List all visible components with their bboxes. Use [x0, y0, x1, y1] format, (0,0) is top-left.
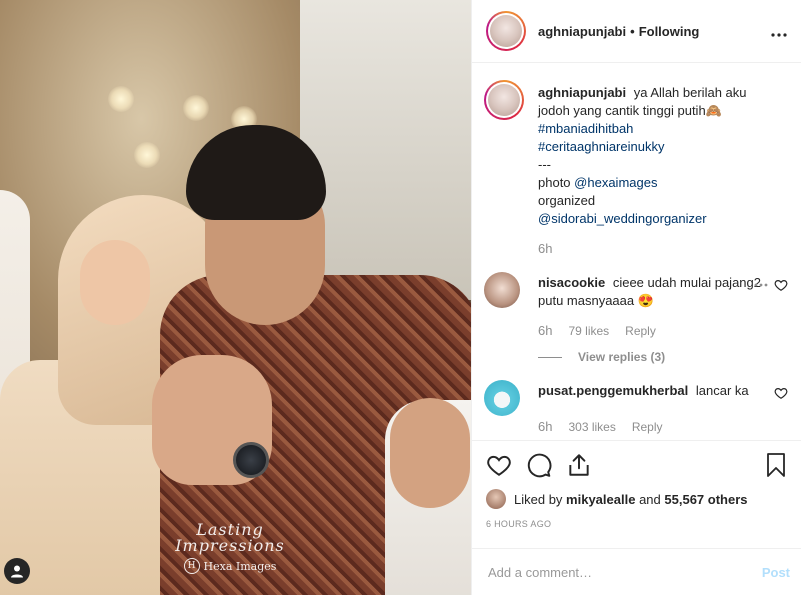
caption-body: aghniapunjabi ya Allah berilah aku jodoh…	[538, 84, 788, 258]
comment-reply-button[interactable]: Reply	[632, 418, 663, 436]
caption-photo-label: photo	[538, 175, 571, 190]
share-icon[interactable]	[566, 452, 592, 478]
likes-prefix: Liked by	[514, 491, 563, 507]
commenter-avatar[interactable]	[484, 380, 520, 416]
add-comment-bar: Post	[472, 548, 801, 595]
photo-watch	[233, 442, 269, 478]
likes-middle: and	[639, 491, 661, 507]
view-replies-button[interactable]: View replies (3)	[538, 350, 788, 364]
hashtag-link[interactable]: #mbaniadihitbah	[538, 121, 633, 136]
more-options-button[interactable]	[771, 21, 787, 42]
post-timestamp[interactable]: 6 HOURS AGO	[486, 519, 788, 529]
comment-like-heart-icon[interactable]	[774, 278, 788, 292]
photo-bokeh-light	[183, 95, 209, 121]
caption-time[interactable]: 6h	[538, 240, 552, 258]
post-comment-button[interactable]: Post	[762, 565, 790, 580]
photo-background-wall	[300, 0, 471, 300]
post-side-panel: aghniapunjabi • Following aghniapunjabi …	[471, 0, 801, 595]
author-username[interactable]: aghniapunjabi	[538, 24, 626, 39]
caption-separator: ---	[538, 157, 551, 172]
user-tag-button[interactable]	[4, 558, 30, 584]
caption-organized-label: organized	[538, 193, 596, 208]
comment-username[interactable]: pusat.penggemukherbal	[538, 383, 688, 398]
comment-time[interactable]: 6h	[538, 418, 552, 436]
comment-item: pusat.penggemukherbal lancar ka 6h 303 l…	[484, 380, 788, 436]
watermark-brand-mark: H	[183, 558, 200, 574]
comment-likes[interactable]: 79 likes	[568, 322, 609, 340]
photo-watermark: Lasting Impressions H Hexa Images	[155, 522, 305, 574]
commenter-avatar[interactable]	[484, 272, 520, 308]
post-actions: Liked by mikyalealle and 55,567 others 6…	[472, 440, 801, 548]
comment-bubble-icon[interactable]	[526, 452, 552, 478]
bookmark-icon[interactable]	[764, 452, 788, 478]
comment-body: pusat.penggemukherbal lancar ka 6h 303 l…	[538, 382, 788, 436]
comment-text: lancar ka	[695, 383, 749, 398]
view-replies-label: View replies (3)	[578, 350, 666, 364]
more-horizontal-icon	[771, 32, 787, 37]
action-icons	[486, 451, 788, 479]
caption-author-avatar[interactable]	[484, 80, 524, 120]
photo-woman-face	[80, 240, 150, 325]
caption-username[interactable]: aghniapunjabi	[538, 85, 626, 100]
comment-input[interactable]	[488, 564, 762, 580]
hashtag-link[interactable]: #ceritaaghniareinukky	[538, 139, 664, 154]
comment-username[interactable]: nisacookie	[538, 275, 605, 290]
watermark-brand-text: Hexa Images	[203, 559, 277, 573]
comment-reply-button[interactable]: Reply	[625, 322, 656, 340]
watermark-brand: H Hexa Images	[155, 558, 305, 574]
comment-body: nisacookie cieee udah mulai pajang2 putu…	[538, 274, 788, 340]
comment-meta: 6h 303 likes Reply	[538, 418, 762, 436]
likes-count-button[interactable]: 55,567 others	[664, 492, 747, 507]
more-horizontal-icon	[754, 283, 768, 287]
photo-bokeh-light	[108, 86, 134, 112]
like-heart-icon[interactable]	[486, 452, 512, 478]
comment-options-button[interactable]	[754, 274, 768, 290]
comment-like-heart-icon[interactable]	[774, 386, 788, 400]
comment-item: nisacookie cieee udah mulai pajang2 putu…	[484, 272, 788, 340]
view-replies-line	[538, 356, 562, 358]
caption: aghniapunjabi ya Allah berilah aku jodoh…	[484, 80, 788, 258]
author-avatar-image	[490, 15, 522, 47]
photo-bokeh-light	[134, 142, 160, 168]
caption-meta: 6h	[538, 240, 762, 258]
mention-link[interactable]: @hexaimages	[574, 175, 657, 190]
caption-avatar-image	[488, 84, 520, 116]
comments-section[interactable]: aghniapunjabi ya Allah berilah aku jodoh…	[472, 64, 801, 440]
likes-summary: Liked by mikyalealle and 55,567 others	[486, 489, 788, 509]
following-button[interactable]: Following	[639, 24, 700, 39]
liker-avatar[interactable]	[486, 489, 506, 509]
comment-meta: 6h 79 likes Reply	[538, 322, 762, 340]
liker-username[interactable]: mikyalealle	[566, 492, 635, 507]
comment-time[interactable]: 6h	[538, 322, 552, 340]
comment-likes[interactable]: 303 likes	[568, 418, 615, 436]
post-header: aghniapunjabi • Following	[472, 0, 801, 63]
post-photo[interactable]: Lasting Impressions H Hexa Images	[0, 0, 471, 595]
author-avatar[interactable]	[486, 11, 526, 51]
user-icon	[11, 565, 23, 578]
watermark-script-text: Lasting Impressions	[175, 520, 285, 555]
header-separator: •	[630, 23, 635, 39]
photo-person-right-hands	[390, 398, 470, 508]
mention-link[interactable]: @sidorabi_weddingorganizer	[538, 211, 707, 226]
